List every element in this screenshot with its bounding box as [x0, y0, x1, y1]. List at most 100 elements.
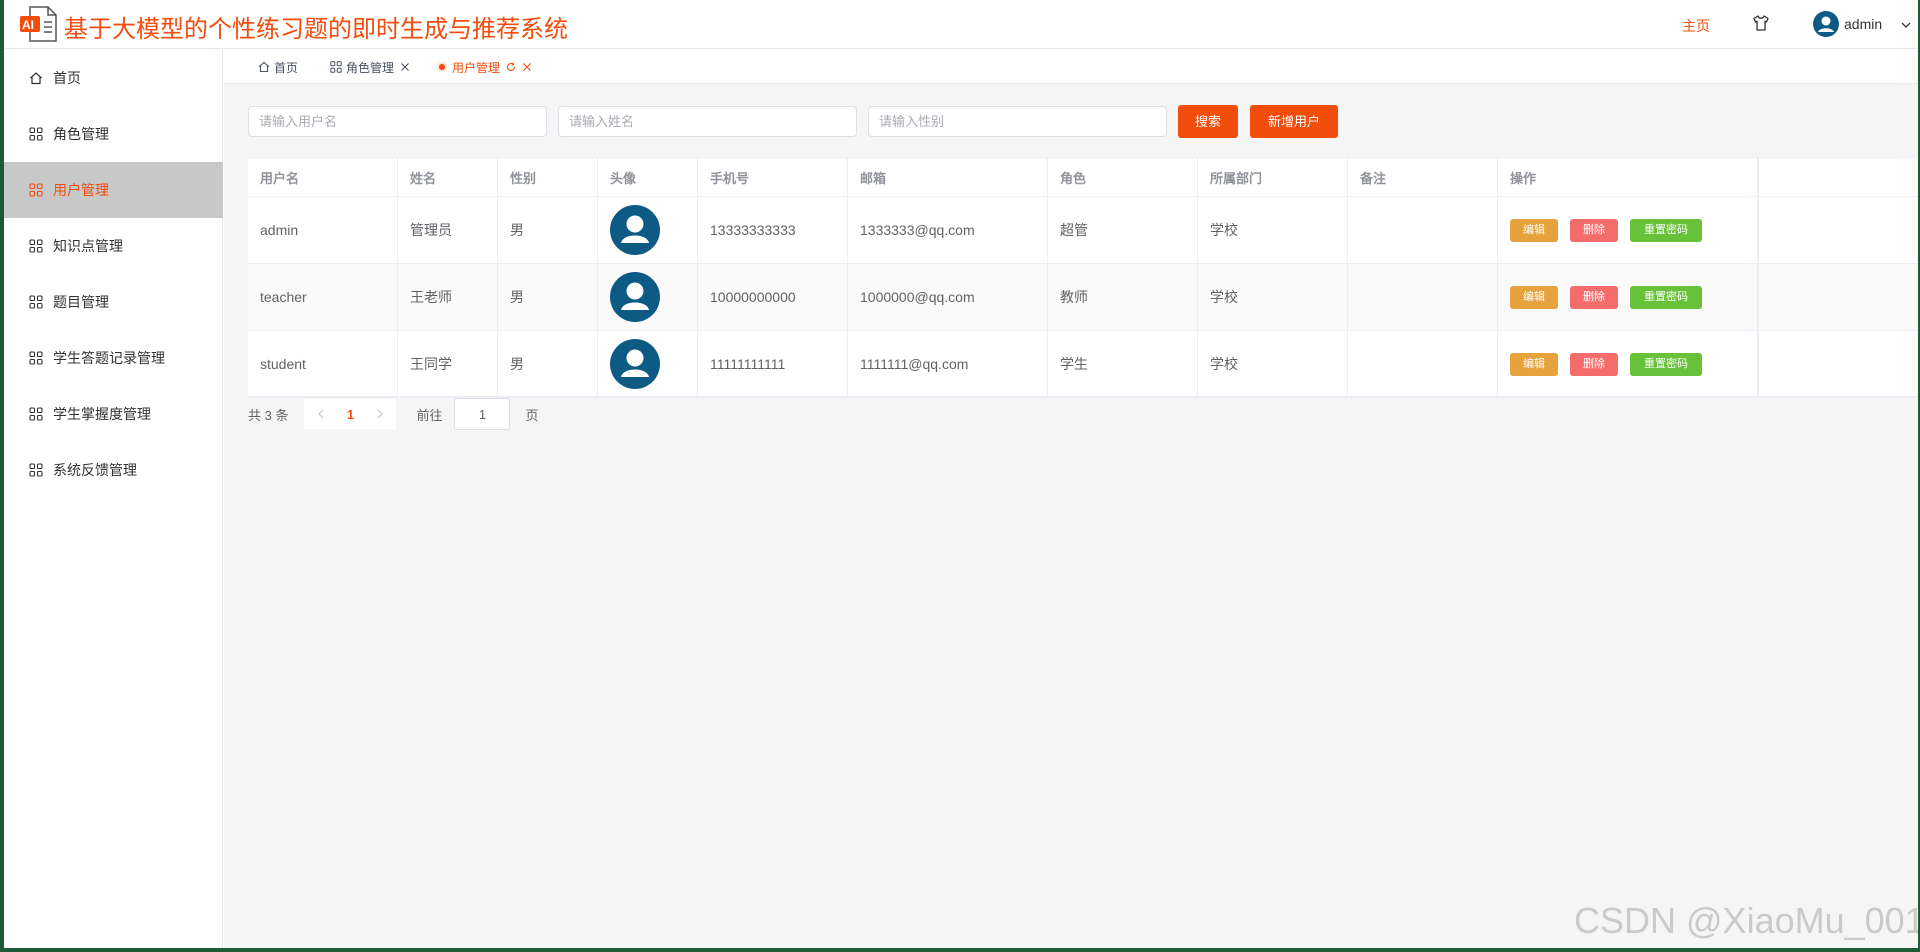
pagination: 共 3 条 1 前往 1 页	[248, 398, 539, 430]
cell-name: 管理员	[398, 197, 498, 263]
user-avatar-icon	[610, 339, 660, 389]
tab-label: 首页	[274, 60, 299, 75]
cell-actions: 编辑 删除 重置密码	[1498, 331, 1758, 397]
page-suffix: 页	[525, 407, 539, 423]
app-title: 基于大模型的个性练习题的即时生成与推荐系统	[64, 16, 568, 43]
tshirt-icon[interactable]	[1752, 14, 1770, 32]
reset-password-button[interactable]: 重置密码	[1630, 285, 1702, 309]
cell-avatar	[598, 331, 698, 397]
table-row: admin 管理员 男 13333333333 1333333@qq.com 超…	[248, 197, 1918, 264]
sidebar: 首页 角色管理 用户管理 知识点管理 题目管理 学生答题记录管理 学生掌握度管理	[4, 50, 223, 948]
sidebar-item-users[interactable]: 用户管理	[4, 162, 223, 218]
cell-actions: 编辑 删除 重置密码	[1498, 197, 1758, 263]
reset-password-button[interactable]: 重置密码	[1630, 218, 1702, 242]
cell-gender: 男	[498, 331, 598, 397]
delete-button[interactable]: 删除	[1570, 352, 1618, 376]
tabs-bar: 首页 角色管理 用户管理	[224, 50, 1918, 84]
add-user-button[interactable]: 新增用户	[1250, 105, 1338, 138]
tab-home[interactable]: 首页	[258, 50, 298, 84]
grid-icon	[29, 183, 43, 197]
table-row: teacher 王老师 男 10000000000 1000000@qq.com…	[248, 264, 1918, 331]
close-icon[interactable]	[522, 62, 532, 72]
grid-icon	[330, 61, 342, 73]
column-header: 所属部门	[1198, 158, 1348, 196]
refresh-icon[interactable]	[506, 62, 516, 72]
home-link[interactable]: 主页	[1682, 16, 1710, 36]
sidebar-item-label: 学生掌握度管理	[53, 406, 151, 422]
column-header: 性别	[498, 158, 598, 196]
cell-gender: 男	[498, 264, 598, 330]
gender-search-input[interactable]	[868, 106, 1167, 137]
cell-role: 教师	[1048, 264, 1198, 330]
column-header: 手机号	[698, 158, 848, 196]
chevron-right-icon[interactable]	[374, 408, 386, 420]
home-icon	[30, 72, 42, 85]
sidebar-item-label: 知识点管理	[53, 238, 123, 254]
tab-label: 角色管理	[346, 60, 395, 75]
column-header: 邮箱	[848, 158, 1048, 196]
cell-role: 学生	[1048, 331, 1198, 397]
cell-phone: 13333333333	[698, 197, 848, 263]
sidebar-item-answer-records[interactable]: 学生答题记录管理	[4, 330, 223, 386]
sidebar-item-roles[interactable]: 角色管理	[4, 106, 223, 162]
user-name[interactable]: admin	[1844, 16, 1882, 32]
cell-gender: 男	[498, 197, 598, 263]
cell-avatar	[598, 197, 698, 263]
sidebar-item-feedback[interactable]: 系统反馈管理	[4, 442, 223, 498]
chevron-left-icon[interactable]	[315, 408, 327, 420]
grid-icon	[29, 295, 43, 309]
cell-phone: 10000000000	[698, 264, 848, 330]
sidebar-item-label: 学生答题记录管理	[53, 350, 165, 366]
name-search-input[interactable]	[558, 106, 857, 137]
user-avatar-icon[interactable]	[1813, 11, 1839, 37]
edit-button[interactable]: 编辑	[1510, 218, 1558, 242]
cell-actions: 编辑 删除 重置密码	[1498, 264, 1758, 330]
table-divider	[1758, 158, 1759, 398]
grid-icon	[29, 463, 43, 477]
grid-icon	[29, 239, 43, 253]
users-table: 用户名 姓名 性别 头像 手机号 邮箱 角色 所属部门 备注 操作 admin …	[248, 157, 1918, 398]
search-button[interactable]: 搜索	[1178, 105, 1238, 138]
username-search-input[interactable]	[248, 106, 547, 137]
column-header: 头像	[598, 158, 698, 196]
chevron-down-icon[interactable]	[1900, 19, 1912, 31]
column-header: 备注	[1348, 158, 1498, 196]
sidebar-item-mastery[interactable]: 学生掌握度管理	[4, 386, 223, 442]
grid-icon	[29, 127, 43, 141]
edit-button[interactable]: 编辑	[1510, 285, 1558, 309]
sidebar-item-knowledge[interactable]: 知识点管理	[4, 218, 223, 274]
sidebar-item-label: 题目管理	[53, 294, 109, 310]
cell-username: student	[248, 331, 398, 397]
reset-password-button[interactable]: 重置密码	[1630, 352, 1702, 376]
cell-name: 王老师	[398, 264, 498, 330]
cell-dept: 学校	[1198, 331, 1348, 397]
goto-label: 前往	[416, 407, 443, 423]
sidebar-item-label: 首页	[53, 70, 81, 86]
sidebar-item-label: 系统反馈管理	[53, 462, 137, 478]
ai-doc-logo-icon: AI	[20, 6, 57, 42]
page-switcher: 1	[304, 399, 397, 429]
column-header: 操作	[1498, 158, 1758, 196]
sidebar-item-questions[interactable]: 题目管理	[4, 274, 223, 330]
tab-roles[interactable]: 角色管理	[330, 50, 410, 84]
sidebar-item-home[interactable]: 首页	[4, 50, 223, 106]
sidebar-item-label: 角色管理	[53, 126, 109, 142]
grid-icon	[29, 351, 43, 365]
cell-name: 王同学	[398, 331, 498, 397]
delete-button[interactable]: 删除	[1570, 218, 1618, 242]
tab-users[interactable]: 用户管理	[439, 50, 532, 84]
goto-page-input[interactable]: 1	[454, 398, 511, 430]
close-icon[interactable]	[400, 62, 410, 72]
cell-email: 1333333@qq.com	[848, 197, 1048, 263]
column-header: 用户名	[248, 158, 398, 196]
edit-button[interactable]: 编辑	[1510, 352, 1558, 376]
home-icon	[258, 61, 270, 73]
main-content: 首页 角色管理 用户管理 搜索 新增用户 用户名 姓名	[224, 50, 1918, 948]
delete-button[interactable]: 删除	[1570, 285, 1618, 309]
cell-dept: 学校	[1198, 264, 1348, 330]
grid-icon	[29, 407, 43, 421]
cell-remark	[1348, 197, 1498, 263]
column-header: 姓名	[398, 158, 498, 196]
current-page[interactable]: 1	[347, 407, 354, 422]
app-window: AI 基于大模型的个性练习题的即时生成与推荐系统 主页 admin 首页 角色管…	[4, 0, 1918, 948]
